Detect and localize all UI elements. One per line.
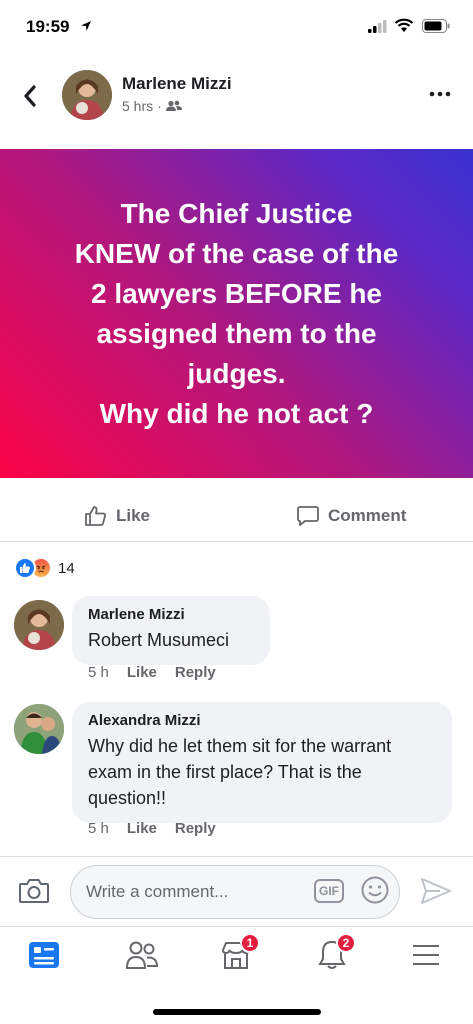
- reactions-count: 14: [58, 559, 75, 577]
- wifi-icon: [394, 18, 414, 32]
- like-label: Like: [116, 506, 151, 525]
- friends-icon: [125, 941, 159, 969]
- comment-label: Comment: [328, 506, 407, 525]
- battery-icon: [422, 19, 450, 33]
- friends-audience-icon: [165, 100, 182, 111]
- comment-actions: 5 h Like Reply: [88, 820, 216, 837]
- camera-icon[interactable]: [18, 877, 50, 905]
- status-time: 19:59: [26, 17, 70, 36]
- tab-menu[interactable]: [406, 935, 446, 975]
- tab-notifications[interactable]: 2: [312, 933, 356, 975]
- comment-reply-link[interactable]: Reply: [175, 820, 216, 837]
- comment-time: 5 h: [88, 664, 109, 681]
- comment-bubble[interactable]: Alexandra Mizzi Why did he let them sit …: [72, 702, 452, 823]
- like-button[interactable]: Like: [84, 490, 150, 542]
- author-avatar[interactable]: [62, 70, 112, 120]
- tab-news-feed[interactable]: [24, 935, 64, 975]
- commenter-avatar[interactable]: [14, 704, 64, 754]
- reactions-summary[interactable]: 14: [14, 556, 75, 580]
- comment-bubble-icon: [297, 506, 319, 526]
- author-name[interactable]: Marlene Mizzi: [122, 74, 232, 94]
- comment-time: 5 h: [88, 820, 109, 837]
- comment-input[interactable]: [70, 865, 400, 919]
- commenter-avatar[interactable]: [14, 600, 64, 650]
- post-time[interactable]: 5 hrs: [122, 98, 153, 114]
- comment-composer: GIF: [0, 856, 473, 926]
- home-indicator[interactable]: [153, 1009, 321, 1015]
- comment-button[interactable]: Comment: [296, 490, 406, 542]
- gif-button[interactable]: GIF: [314, 879, 344, 903]
- tab-marketplace[interactable]: 1: [216, 933, 260, 975]
- post-banner: The Chief Justice KNEW of the case of th…: [0, 149, 473, 478]
- tab-friends[interactable]: [122, 935, 162, 975]
- comment-bubble[interactable]: Marlene Mizzi Robert Musumeci: [72, 596, 270, 665]
- status-bar: 19:59: [0, 0, 473, 56]
- like-reaction-icon: [14, 557, 36, 579]
- notifications-badge: 2: [336, 933, 356, 953]
- post-action-bar: Like Comment: [0, 490, 473, 542]
- meta-separator: ·: [157, 98, 162, 114]
- send-icon[interactable]: [420, 877, 452, 905]
- location-arrow-icon: [81, 21, 91, 31]
- cellular-signal-icon: [368, 20, 387, 33]
- bottom-tab-bar: 1 2: [0, 926, 473, 1024]
- comment-like-link[interactable]: Like: [127, 664, 157, 681]
- comment-author[interactable]: Alexandra Mizzi: [88, 712, 436, 729]
- comment-reply-link[interactable]: Reply: [175, 664, 216, 681]
- back-chevron-icon[interactable]: [16, 78, 46, 114]
- marketplace-badge: 1: [240, 933, 260, 953]
- emoji-icon[interactable]: [360, 875, 390, 905]
- comment-actions: 5 h Like Reply: [88, 664, 216, 681]
- post-banner-text: The Chief Justice KNEW of the case of th…: [74, 197, 399, 429]
- post-meta: 5 hrs ·: [122, 98, 182, 114]
- comment-text: Robert Musumeci: [88, 630, 230, 650]
- post-header: Marlene Mizzi 5 hrs ·: [0, 56, 473, 148]
- news-feed-icon: [29, 942, 59, 968]
- thumbs-up-icon: [85, 506, 106, 526]
- comment-like-link[interactable]: Like: [127, 820, 157, 837]
- more-options-icon[interactable]: [428, 86, 452, 102]
- menu-icon: [413, 945, 439, 965]
- comment-author[interactable]: Marlene Mizzi: [88, 606, 254, 623]
- comment-text: Why did he let them sit for the warrant …: [88, 736, 392, 808]
